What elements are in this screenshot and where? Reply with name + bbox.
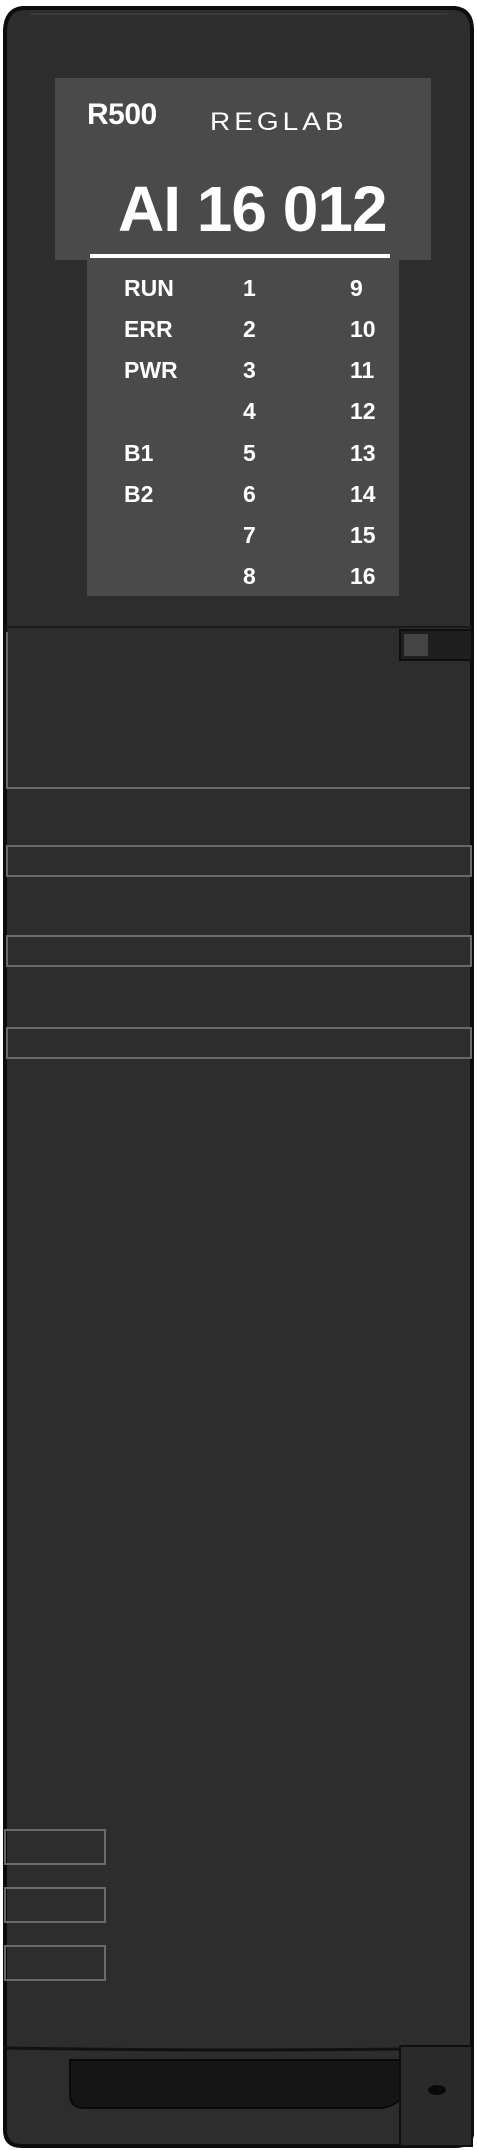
led-row: 8 16 <box>0 563 477 599</box>
release-slot <box>69 2059 401 2109</box>
led-name: ERR <box>124 316 173 342</box>
led-row: B2 6 14 <box>0 481 477 517</box>
led-channel-number: 4 <box>243 398 256 424</box>
led-channel-number: 13 <box>350 440 376 466</box>
led-name: RUN <box>124 275 174 301</box>
led-channel-number: 3 <box>243 357 256 383</box>
led-name: PWR <box>124 357 178 383</box>
title-underline <box>90 254 390 258</box>
led-channel-number: 2 <box>243 316 256 342</box>
led-channel-number: 15 <box>350 522 376 548</box>
brand-logo: REGLAB <box>210 107 348 136</box>
led-row: B1 5 13 <box>0 440 477 476</box>
led-channel-number: 14 <box>350 481 376 507</box>
led-channel-number: 11 <box>350 357 375 383</box>
led-row: 7 15 <box>0 522 477 558</box>
bottom-latch <box>399 2045 473 2147</box>
led-channel-number: 9 <box>350 275 363 301</box>
led-channel-number: 1 <box>243 275 256 301</box>
screw-hole <box>428 2085 446 2095</box>
led-row: PWR 3 11 <box>0 357 477 393</box>
led-row: 4 12 <box>0 398 477 434</box>
series-label: R500 <box>87 98 157 131</box>
led-name: B2 <box>124 481 154 507</box>
led-channel-number: 8 <box>243 563 256 589</box>
model-title: AI 16 012 <box>118 173 388 245</box>
led-channel-number: 7 <box>243 522 256 548</box>
led-row: ERR 2 10 <box>0 316 477 352</box>
led-row: RUN 1 9 <box>0 275 477 311</box>
led-channel-number: 5 <box>243 440 256 466</box>
led-channel-number: 10 <box>350 316 376 342</box>
led-name: B1 <box>124 440 154 466</box>
led-channel-number: 16 <box>350 563 376 589</box>
led-channel-number: 6 <box>243 481 256 507</box>
led-channel-number: 12 <box>350 398 376 424</box>
